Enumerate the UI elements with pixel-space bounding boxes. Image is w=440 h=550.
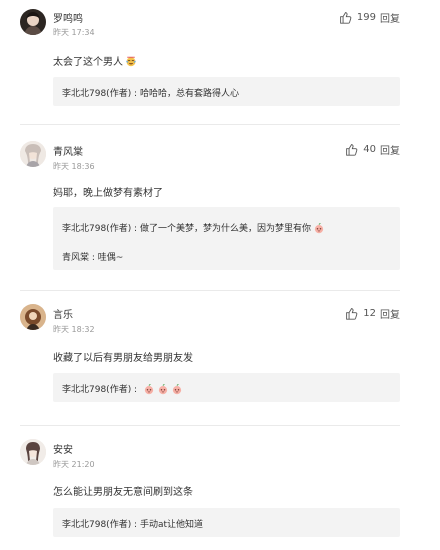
like-count: 40 — [363, 144, 376, 155]
username[interactable]: 言乐 — [53, 306, 73, 321]
like-button[interactable]: 40 回复 — [345, 142, 400, 157]
reply-label: 回复 — [380, 14, 400, 25]
timestamp: 昨天 17:34 — [53, 28, 95, 37]
reply-box: 李北北798(作者) : — [53, 373, 400, 402]
comment-item: 罗鸣鸣 昨天 17:34 199 回复 太会了这个男人 李北北798(作者) :… — [0, 0, 440, 125]
avatar[interactable] — [20, 304, 46, 330]
comment-text: 太会了这个男人 — [53, 53, 137, 68]
avatar[interactable] — [20, 141, 46, 167]
comment-item: 安安 昨天 21:20 怎么能让男朋友无意间刷到这条 李北北798(作者) : … — [0, 425, 440, 550]
comment-item: 言乐 昨天 18:32 12 回复 收藏了以后有男朋友给男朋友发 李北北798(… — [0, 290, 440, 425]
reply-box: 李北北798(作者) : 手动at让他知道 — [53, 508, 400, 537]
reply-box: 李北北798(作者) : 哈哈哈，总有套路得人心 — [53, 77, 400, 106]
timestamp: 昨天 21:20 — [53, 460, 95, 469]
peach-emoji-icon — [172, 383, 182, 394]
laugh-cry-emoji-icon — [126, 56, 136, 66]
comment-text: 妈耶，晚上做梦有素材了 — [53, 188, 163, 199]
thumbs-up-icon — [346, 144, 358, 156]
reply-label: 回复 — [380, 310, 400, 321]
username[interactable]: 罗鸣鸣 — [53, 10, 83, 25]
like-button[interactable]: 199 回复 — [339, 10, 400, 25]
reply-box: 李北北798(作者) : 做了一个美梦，梦为什么美，因为梦里有你 青风棠 : 哇… — [53, 207, 400, 270]
thumbs-up-icon — [340, 12, 352, 24]
reply-text: 李北北798(作者) : 哈哈哈，总有套路得人心 — [62, 89, 239, 99]
username[interactable]: 青风棠 — [53, 143, 83, 158]
comment-item: 青风棠 昨天 18:36 40 回复 妈耶，晚上做梦有素材了 李北北798(作者… — [0, 125, 440, 290]
like-count: 12 — [363, 308, 376, 319]
comment-text: 收藏了以后有男朋友给男朋友发 — [53, 353, 193, 364]
like-count: 199 — [356, 12, 376, 23]
comment-text: 怎么能让男朋友无意间刷到这条 — [53, 487, 193, 498]
username[interactable]: 安安 — [53, 441, 73, 456]
peach-emoji-icon — [158, 383, 168, 394]
timestamp: 昨天 18:36 — [53, 162, 95, 171]
avatar[interactable] — [20, 9, 46, 35]
avatar[interactable] — [20, 439, 46, 465]
reply-text: 李北北798(作者) : 手动at让他知道 — [62, 520, 203, 530]
like-button[interactable]: 12 回复 — [345, 306, 400, 321]
reply-text: 李北北798(作者) : 做了一个美梦，梦为什么美，因为梦里有你 — [62, 221, 325, 234]
reply-text: 李北北798(作者) : — [62, 382, 183, 395]
thumbs-up-icon — [346, 308, 358, 320]
peach-emoji-icon — [144, 383, 154, 394]
timestamp: 昨天 18:32 — [53, 325, 95, 334]
reply-label: 回复 — [380, 146, 400, 157]
reply-text: 青风棠 : 哇偶~ — [62, 253, 124, 263]
peach-emoji-icon — [314, 222, 324, 233]
